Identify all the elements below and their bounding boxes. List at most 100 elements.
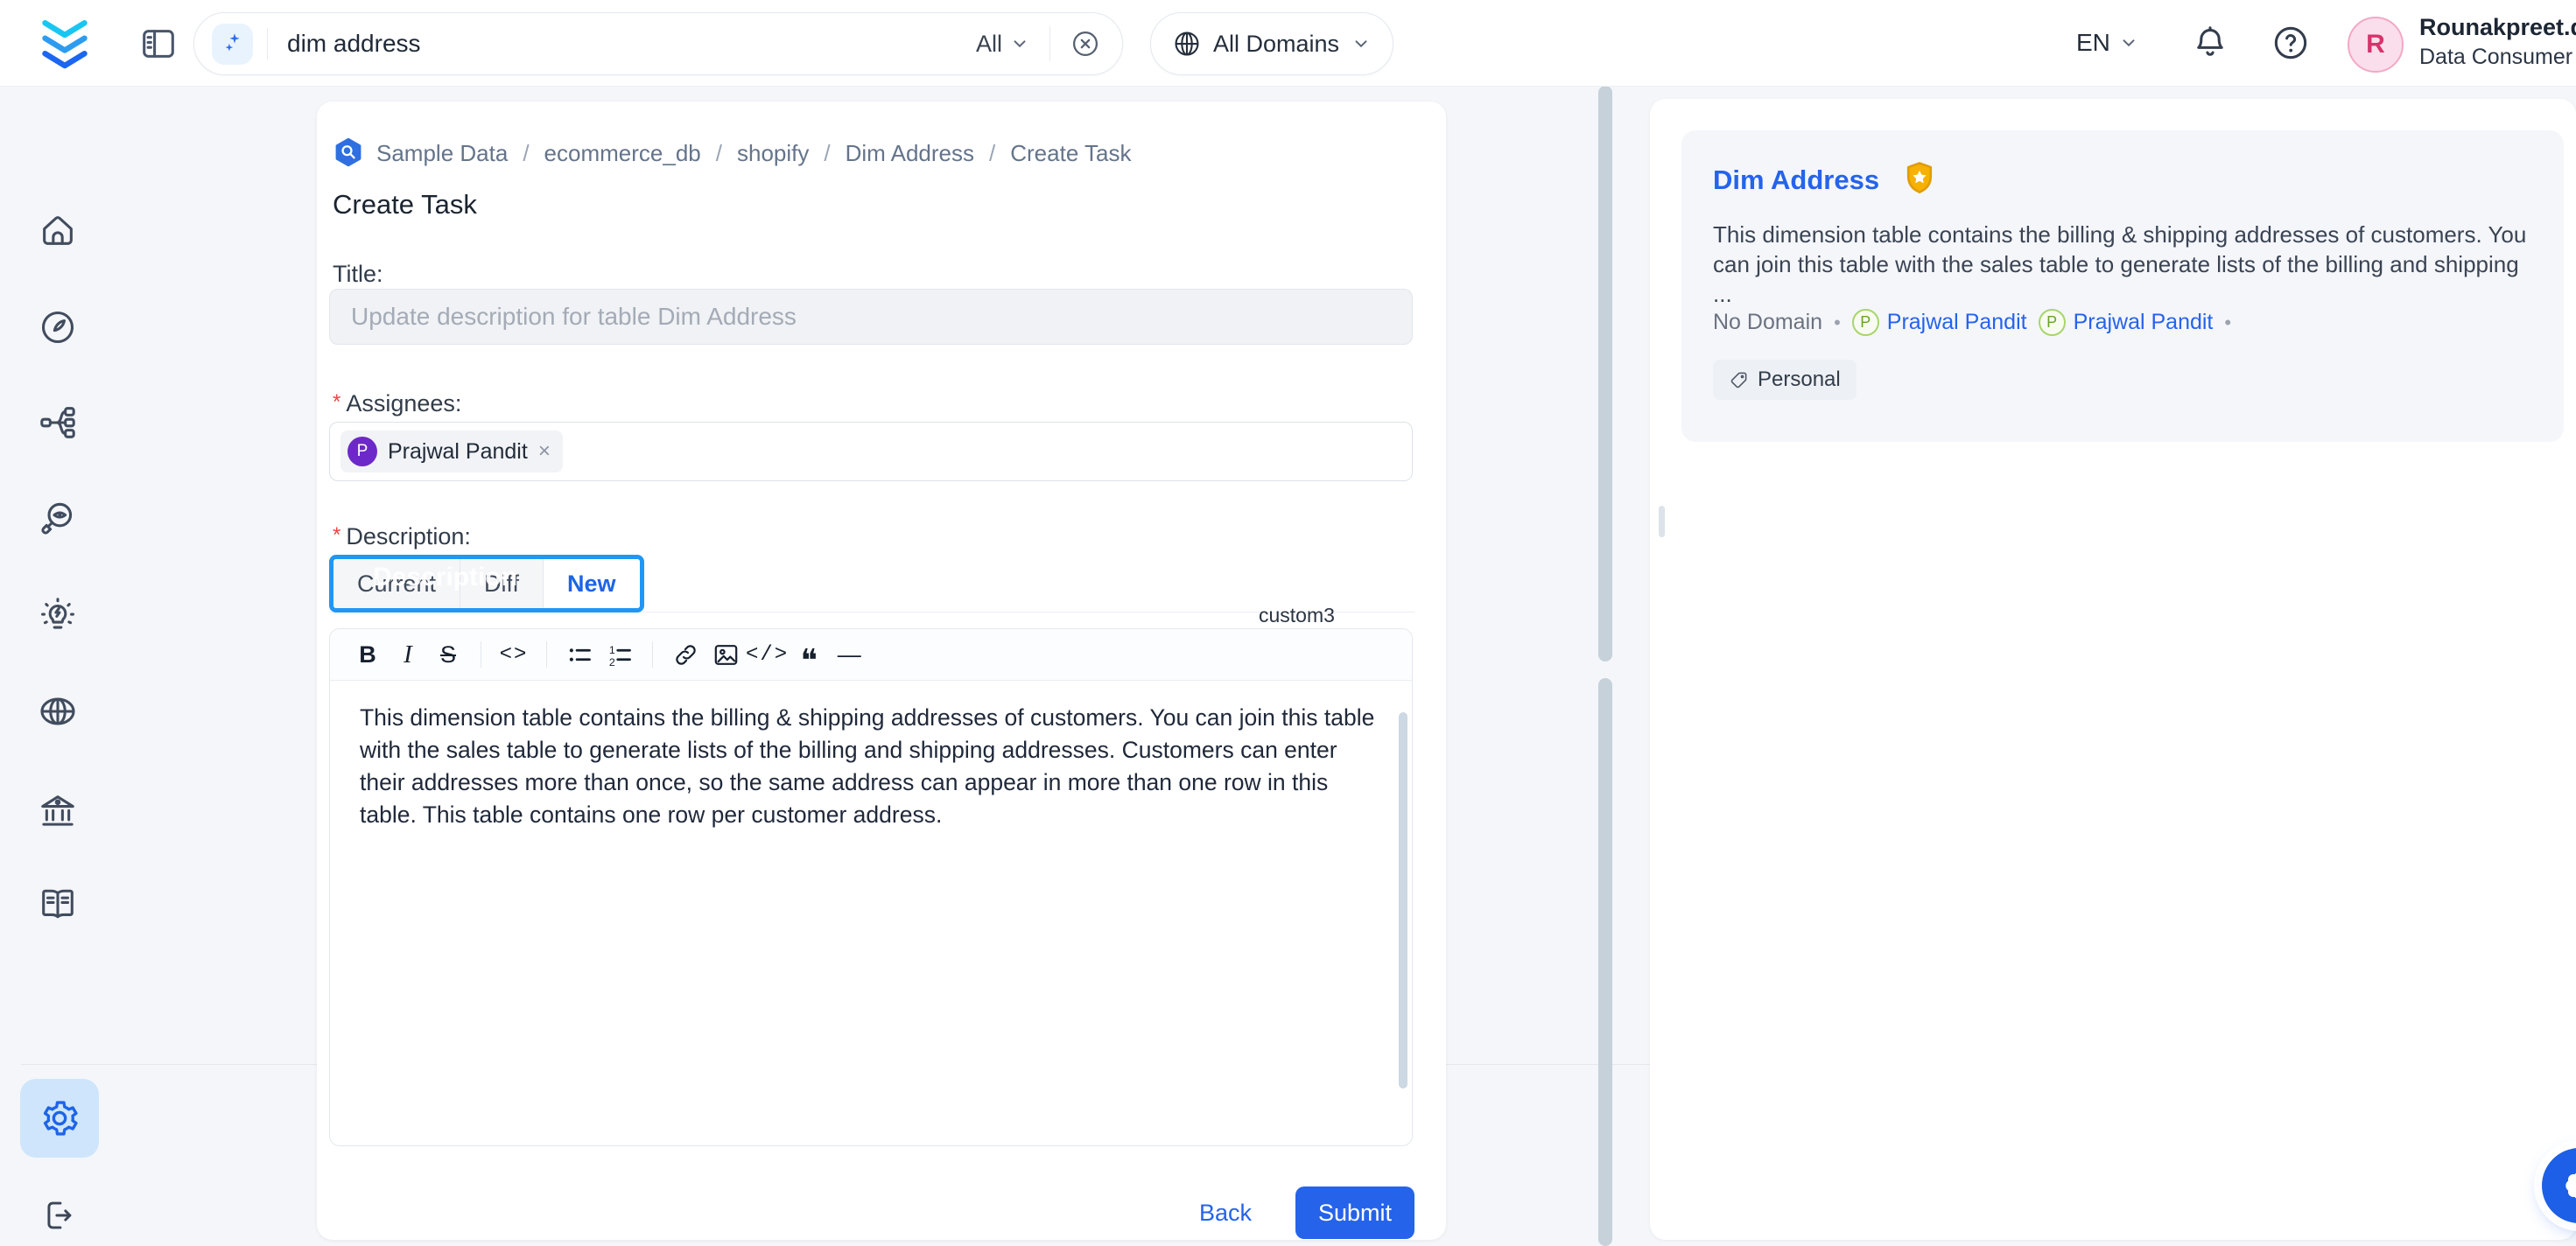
owner-0[interactable]: P Prajwal Pandit bbox=[1852, 309, 2027, 336]
required-asterisk: * bbox=[333, 523, 340, 547]
owner-avatar: P bbox=[2039, 309, 2066, 336]
sidebar-nav bbox=[0, 86, 116, 1246]
owner-1[interactable]: PPrajwal Pandit bbox=[2039, 309, 2214, 336]
entity-summary-card: Dim Address This dimension table contain… bbox=[1681, 130, 2564, 442]
user-name: Rounakpreet.d bbox=[2419, 12, 2576, 43]
breadcrumb-item-3[interactable]: Dim Address bbox=[846, 140, 974, 167]
search-filter-label: All bbox=[976, 31, 1002, 58]
breadcrumb-item-0[interactable]: Sample Data bbox=[376, 140, 508, 167]
chevron-down-icon bbox=[2118, 32, 2139, 53]
tag-chip-personal[interactable]: Personal bbox=[1713, 360, 1857, 400]
all-domains-label: All Domains bbox=[1213, 31, 1339, 58]
sidebar-item-settings[interactable] bbox=[20, 1079, 99, 1158]
tab-diff[interactable]: Diff bbox=[460, 559, 544, 608]
toolbar-separator bbox=[546, 641, 547, 668]
editor-code-block-button[interactable]: </> bbox=[746, 634, 789, 675]
custom3-label: custom3 bbox=[1259, 604, 1335, 627]
image-icon bbox=[712, 640, 741, 669]
entity-description: This dimension table contains the billin… bbox=[1713, 220, 2543, 309]
editor-toolbar: BIS <> 12 </>❝— bbox=[330, 629, 1412, 681]
owner-avatar: P bbox=[1852, 309, 1879, 336]
scrollbar-thumb[interactable] bbox=[1598, 678, 1612, 1246]
toolbar-separator bbox=[652, 641, 653, 668]
sidebar-item-explore[interactable] bbox=[38, 307, 78, 347]
description-label: *Description: bbox=[333, 523, 471, 550]
user-info[interactable]: Rounakpreet.d Data Consumer bbox=[2419, 12, 2576, 72]
editor-horizontal-rule-button[interactable]: — bbox=[829, 634, 869, 675]
panel-scrollbar-thumb[interactable] bbox=[1659, 506, 1665, 537]
page-title: Create Task bbox=[333, 189, 477, 220]
assignees-label: *Assignees: bbox=[333, 390, 461, 417]
editor-bulleted-list-button[interactable] bbox=[559, 634, 600, 675]
numbered-list-icon: 12 bbox=[606, 640, 635, 669]
editor-link-button[interactable] bbox=[665, 634, 705, 675]
sidebar-item-glossary[interactable] bbox=[38, 884, 78, 924]
sidebar-item-lineage[interactable] bbox=[38, 402, 78, 443]
user-avatar[interactable]: R bbox=[2348, 17, 2404, 73]
lineage-icon bbox=[38, 402, 78, 443]
assistant-flower-icon bbox=[2559, 1166, 2576, 1206]
rich-text-editor: BIS <> 12 </>❝— This dimension table contai… bbox=[329, 628, 1413, 1146]
assignees-select[interactable]: P Prajwal Pandit × bbox=[329, 422, 1413, 481]
editor-italic-button[interactable]: I bbox=[388, 634, 428, 675]
assignee-name: Prajwal Pandit bbox=[388, 439, 528, 465]
help-icon[interactable] bbox=[2271, 23, 2311, 63]
back-button[interactable]: Back bbox=[1199, 1186, 1252, 1239]
owner-name-link: Prajwal Pandit bbox=[1887, 310, 2027, 335]
insights-icon bbox=[38, 596, 78, 636]
editor-numbered-list-button[interactable]: 12 bbox=[600, 634, 640, 675]
all-domains-dropdown[interactable]: All Domains bbox=[1150, 12, 1393, 75]
search-input[interactable]: dim address bbox=[287, 30, 421, 58]
submit-button[interactable]: Submit bbox=[1295, 1186, 1414, 1239]
tab-new[interactable]: New bbox=[544, 559, 640, 608]
sidebar-item-observability[interactable] bbox=[38, 498, 78, 538]
bulleted-list-icon bbox=[565, 640, 594, 669]
editor-bold-button[interactable]: B bbox=[347, 634, 388, 675]
task-title-input[interactable] bbox=[329, 289, 1413, 345]
tag-icon bbox=[1729, 370, 1749, 390]
sidebar-item-domains[interactable] bbox=[38, 691, 78, 732]
editor-content[interactable]: This dimension table contains the billin… bbox=[330, 681, 1412, 852]
sidebar-item-insights[interactable] bbox=[38, 596, 78, 636]
logout-button[interactable] bbox=[39, 1196, 77, 1235]
meta-dot-separator: • bbox=[2224, 312, 2231, 334]
description-tabs: CurrentDiffNew bbox=[329, 555, 644, 612]
user-role: Data Consumer bbox=[2419, 43, 2576, 72]
book-icon bbox=[38, 884, 78, 924]
sidebar-item-home[interactable] bbox=[38, 210, 78, 250]
gold-tier-badge-icon bbox=[1900, 160, 1939, 200]
search-divider bbox=[267, 28, 268, 60]
breadcrumb-item-2[interactable]: shopify bbox=[737, 140, 809, 167]
logout-icon bbox=[39, 1196, 77, 1235]
search-filter-dropdown[interactable]: All bbox=[976, 31, 1030, 58]
editor-quote-button[interactable]: ❝ bbox=[789, 628, 829, 681]
language-selector[interactable]: EN bbox=[2076, 0, 2139, 86]
notifications-bell-icon[interactable] bbox=[2190, 23, 2230, 63]
service-icon bbox=[333, 136, 364, 170]
sidebar-toggle-icon[interactable] bbox=[138, 24, 179, 64]
editor-inline-code-button[interactable]: <> bbox=[494, 634, 534, 675]
domain-label: No Domain bbox=[1713, 310, 1822, 335]
app-root: dim address All All Domains EN bbox=[0, 0, 2576, 1246]
gear-icon bbox=[38, 1096, 81, 1140]
global-search[interactable]: dim address All bbox=[193, 12, 1123, 75]
breadcrumb: Sample Data/ecommerce_db/shopify/Dim Add… bbox=[333, 136, 1132, 170]
home-icon bbox=[38, 210, 78, 250]
editor-scrollbar[interactable] bbox=[1399, 712, 1407, 1088]
breadcrumb-item-1[interactable]: ecommerce_db bbox=[544, 140, 701, 167]
bank-icon bbox=[38, 790, 78, 830]
search-divider bbox=[1049, 26, 1050, 61]
page-scrollbar[interactable] bbox=[1598, 86, 1612, 1246]
editor-strikethrough-button[interactable]: S bbox=[428, 634, 468, 675]
svg-text:1: 1 bbox=[608, 644, 614, 656]
editor-image-button[interactable] bbox=[705, 634, 746, 675]
tab-current[interactable]: Current bbox=[333, 559, 460, 608]
entity-meta-row: No Domain •PPrajwal PanditPPrajwal Pandi… bbox=[1713, 309, 2231, 336]
chevron-down-icon bbox=[1009, 33, 1030, 54]
app-logo-icon[interactable] bbox=[39, 13, 91, 71]
sidebar-item-governance[interactable] bbox=[38, 790, 78, 830]
scrollbar-thumb[interactable] bbox=[1598, 86, 1612, 662]
remove-assignee-icon[interactable]: × bbox=[538, 441, 551, 462]
entity-title-link[interactable]: Dim Address bbox=[1713, 164, 1879, 196]
clear-search-icon[interactable] bbox=[1070, 28, 1101, 60]
